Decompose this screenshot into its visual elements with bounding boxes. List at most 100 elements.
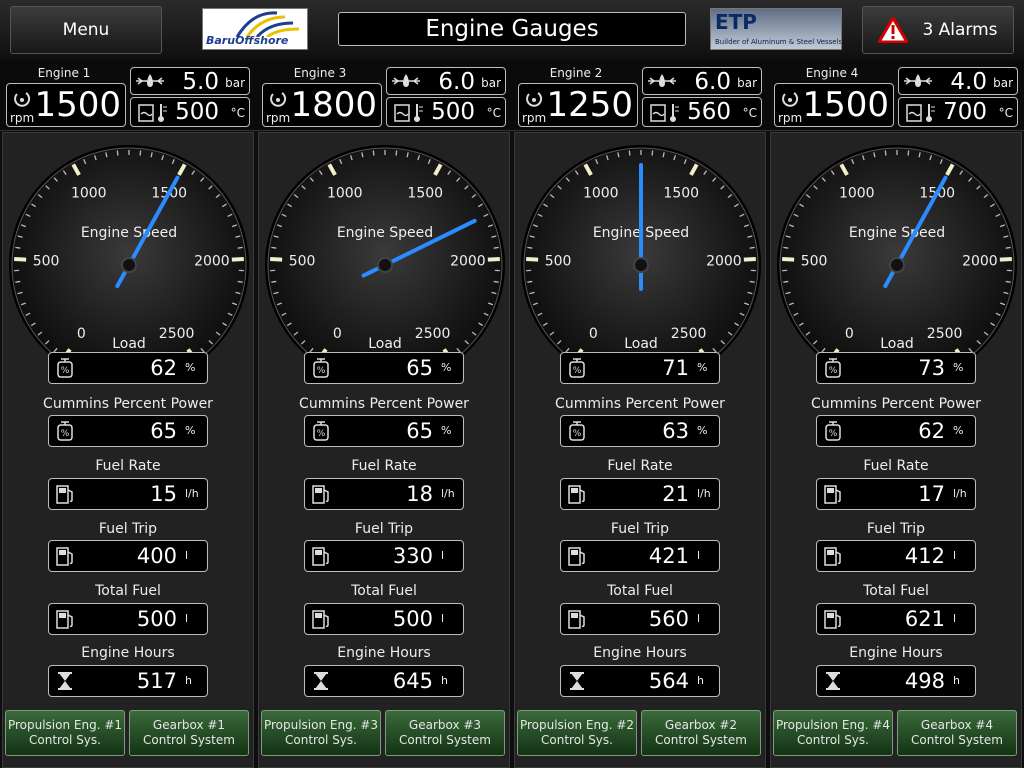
gauge-minor-tick [1005,280,1011,283]
svg-text:%: % [573,366,582,376]
gearbox-control-button[interactable]: Gearbox #1 Control System [129,710,249,756]
engine-power-icon: % [313,421,329,441]
oil-pressure-icon [904,74,932,87]
gauge-hub [889,257,905,273]
gauge-major-tick [743,256,756,262]
gauge-minor-tick [271,280,277,283]
engine-hours-display: 645 h [304,665,464,697]
load-value: 62 [150,356,177,380]
engine-summary: Engine 1 rpm 1500 5.0 bar 500 °C [0,60,256,131]
gauge-tick-label: 2500 [671,326,707,342]
hourglass-icon [826,672,840,690]
total-fuel-display: 560 l [560,603,720,635]
gauge-minor-tick [527,280,533,283]
gearbox-control-button[interactable]: Gearbox #4 Control System [897,710,1017,756]
gauge-major-tick [231,256,244,262]
fuel-trip-unit: l [697,549,701,562]
engine-hours-display: 517 h [48,665,208,697]
fuel-pump-icon [824,610,841,629]
total-fuel-display: 500 l [48,603,208,635]
gauge-tick-label: 1000 [71,185,107,201]
gauge-major-tick [270,256,283,262]
engine-hours-label: Engine Hours [849,645,943,661]
coolant-temperature-icon [650,104,679,122]
gauge-hub [633,257,649,273]
fuel-rate-unit: l/h [953,487,967,500]
total-fuel-value: 621 [904,607,945,631]
rpm-value: 1500 [34,85,121,125]
total-fuel-unit: l [185,612,189,625]
gauge-tick-label: 2000 [450,254,486,270]
rpm-unit: rpm [10,111,35,125]
gearbox-control-button[interactable]: Gearbox #2 Control System [641,710,761,756]
engine-column: Engine 4 rpm 1500 4.0 bar 700 °C 0 500 1… [768,60,1024,768]
engine-summary: Engine 2 rpm 1250 6.0 bar 560 °C [512,60,768,131]
gauge-tick-label: 0 [845,326,854,342]
alarms-button[interactable]: 3 Alarms [862,6,1014,54]
pressure-unit: bar [993,76,1013,90]
gauge-tick-label: 500 [33,254,60,270]
fuel-rate-unit: l/h [441,487,455,500]
total-fuel-unit: l [441,612,445,625]
propulsion-control-button[interactable]: Propulsion Eng. #2 Control Sys. [517,710,637,756]
pressure-value: 5.0 [182,69,219,95]
rpm-display: rpm 1800 [262,83,382,127]
gauge-hub [377,257,393,273]
fuel-trip-label: Fuel Trip [354,521,414,537]
load-unit: % [697,361,708,374]
gauge-minor-tick [395,150,398,156]
power-unit: % [441,424,452,437]
engine-column: Engine 3 rpm 1800 6.0 bar 500 °C 0 500 1… [256,60,512,768]
gauge-minor-tick [907,150,910,156]
engine-power-icon: % [569,421,585,441]
alarms-label: 3 Alarms [922,20,998,40]
total-fuel-unit: l [697,612,701,625]
rpm-display: rpm 1500 [774,83,894,127]
load-unit: % [185,361,196,374]
load-unit: % [441,361,452,374]
pressure-unit: bar [481,76,501,90]
coolant-temperature-icon [138,104,167,122]
baru-logo-text: BaruOffshore [206,34,289,47]
fuel-trip-display: 412 l [816,540,976,572]
svg-text:%: % [317,366,326,376]
menu-button[interactable]: Menu [10,6,162,54]
svg-text:%: % [573,429,582,439]
engine-load-icon: % [825,358,841,378]
svg-text:%: % [829,366,838,376]
load-display: % 73 % [816,352,976,384]
power-unit: % [953,424,964,437]
propulsion-control-button[interactable]: Propulsion Eng. #4 Control Sys. [773,710,893,756]
fuel-pump-icon [56,485,73,504]
propulsion-control-button[interactable]: Propulsion Eng. #3 Control Sys. [261,710,381,756]
gauge-tick-label: 1000 [327,185,363,201]
engine-hours-value: 645 [392,669,433,693]
gauge-minor-tick [749,280,755,283]
page-title: Engine Gauges [338,12,686,46]
gauge-tick-label: 2500 [159,326,195,342]
gauge-load-label: Load [880,336,914,352]
gauge-minor-tick [749,246,755,249]
engine-hours-value: 498 [904,669,945,693]
fuel-pump-icon [568,485,585,504]
fuel-rate-label: Fuel Rate [351,458,417,474]
hourglass-icon [58,672,72,690]
propulsion-control-button[interactable]: Propulsion Eng. #1 Control Sys. [5,710,125,756]
load-unit: % [953,361,964,374]
engine-speed-gauge: 05001000150020002500 Engine Speed Load [265,145,505,361]
gauge-minor-tick [1005,246,1011,249]
top-bar: Menu BaruOffshore Engine Gauges ETP Buil… [0,0,1024,60]
gearbox-control-button[interactable]: Gearbox #3 Control System [385,710,505,756]
temperature-unit: °C [998,106,1013,120]
temperature-value: 500 [431,99,475,125]
rpm-value: 1250 [546,85,633,125]
fuel-trip-value: 400 [136,544,177,568]
fuel-trip-label: Fuel Trip [610,521,670,537]
engine-speed-gauge: 05001000150020002500 Engine Speed Load [521,145,761,361]
gauge-tick-label: 0 [333,326,342,342]
gauge-tick-label: 1000 [583,185,619,201]
rpm-display: rpm 1500 [6,83,126,127]
engine-hours-display: 564 h [560,665,720,697]
coolant-temperature-icon [906,104,935,122]
fuel-rate-value: 17 [918,482,945,506]
